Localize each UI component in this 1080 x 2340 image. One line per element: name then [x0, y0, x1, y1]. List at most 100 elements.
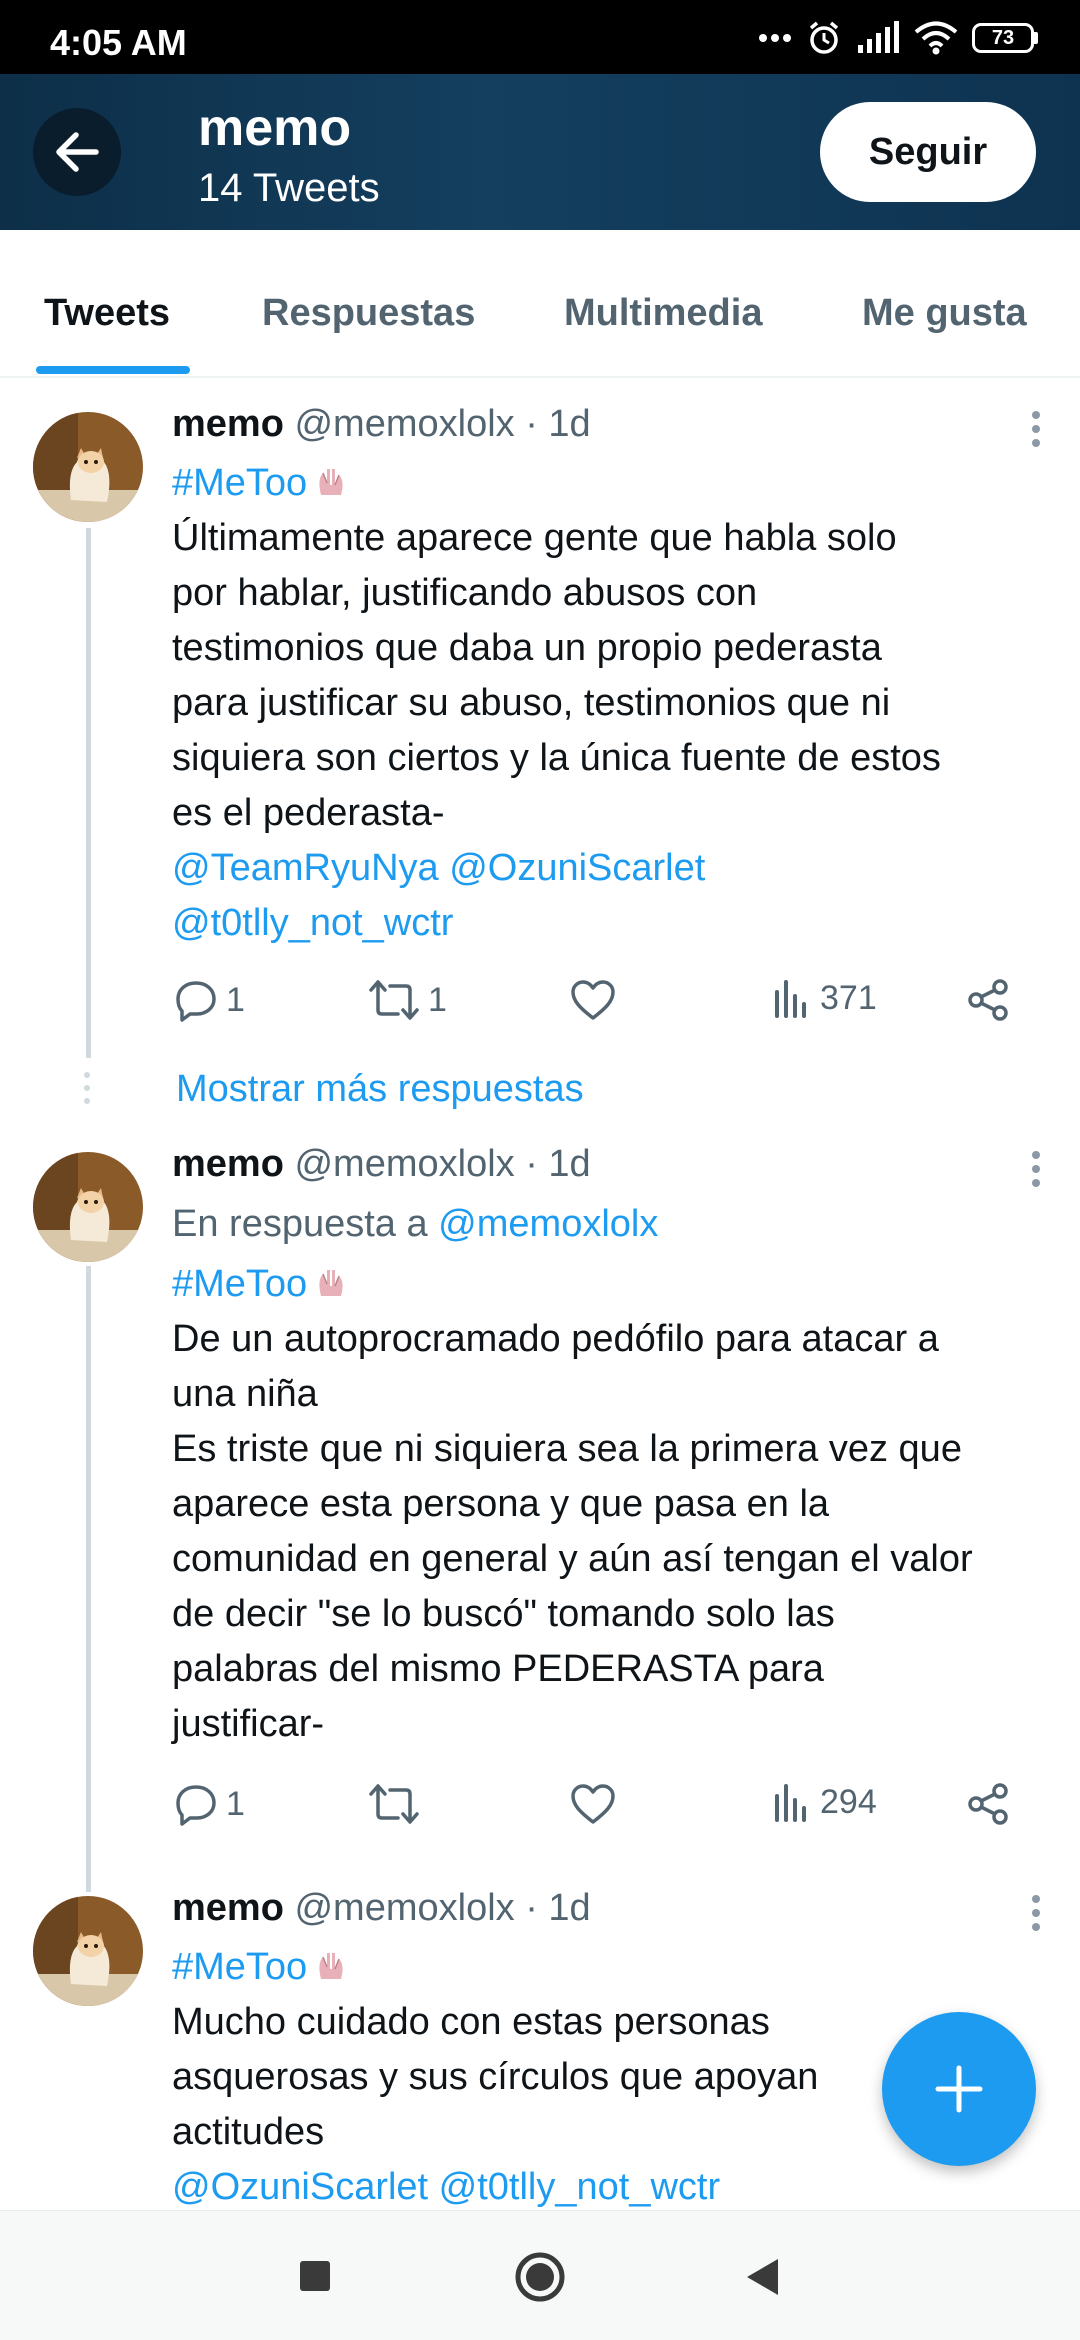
- view-count: 294: [820, 1782, 877, 1821]
- home-circle-icon[interactable]: [514, 2251, 566, 2303]
- heart-icon: [571, 980, 615, 1020]
- back-triangle-icon[interactable]: [744, 2257, 780, 2297]
- reply-button[interactable]: 1: [174, 978, 245, 1022]
- status-bar: 4:05 AM 73: [0, 0, 1080, 74]
- raised-hands-emoji-icon: [319, 469, 343, 495]
- tweet-header: memo @memoxlolx · 1d: [172, 1143, 591, 1186]
- mention-links[interactable]: @t0tlly_not_wctr: [172, 896, 1052, 951]
- alarm-icon: [809, 21, 839, 54]
- tab-tweets[interactable]: Tweets: [44, 292, 170, 335]
- wifi-icon: [914, 21, 958, 55]
- hashtag-link[interactable]: #MeToo: [172, 1263, 307, 1305]
- heart-icon: [571, 1784, 615, 1824]
- retweet-icon: [369, 980, 419, 1020]
- reply-button[interactable]: 1: [174, 1782, 245, 1826]
- signal-icon: [858, 21, 899, 53]
- profile-name: memo: [198, 99, 352, 157]
- text-line: es el pederasta-: [172, 792, 445, 834]
- author-name[interactable]: memo: [172, 403, 284, 445]
- tab-media[interactable]: Multimedia: [564, 292, 762, 335]
- retweet-icon: [369, 1784, 419, 1824]
- text-line: testimonios que daba un propio pederasta: [172, 627, 882, 669]
- follow-button[interactable]: Seguir: [820, 102, 1036, 202]
- views-icon: [775, 980, 806, 1018]
- recents-square-icon[interactable]: [298, 2259, 332, 2293]
- mention-links[interactable]: @OzuniScarlet @t0tlly_not_wctr: [172, 2160, 1052, 2215]
- author-name[interactable]: memo: [172, 1887, 284, 1929]
- text-line: justificar-: [172, 1703, 325, 1745]
- share-icon: [968, 1783, 1008, 1825]
- tweet-header: memo @memoxlolx · 1d: [172, 403, 591, 446]
- tweet-actions: 1 1 371: [172, 978, 1032, 1028]
- thread-gap-dots: [84, 1068, 92, 1108]
- compose-tweet-button[interactable]: [882, 2012, 1036, 2166]
- reply-context-label: En respuesta a: [172, 1203, 428, 1245]
- battery-indicator: 73: [972, 23, 1038, 53]
- retweet-button[interactable]: [368, 1782, 420, 1826]
- retweet-button[interactable]: 1: [368, 978, 447, 1022]
- tweet-actions: 1 294: [172, 1782, 1032, 1832]
- thread-line: [86, 528, 91, 1058]
- tweet-text: #MeToo Últimamente aparece gente que hab…: [172, 456, 1052, 951]
- views-button[interactable]: 371: [772, 978, 877, 1018]
- views-icon: [775, 1784, 806, 1822]
- share-icon: [968, 979, 1008, 1021]
- system-nav-bar: [0, 2210, 1080, 2340]
- arrow-left-icon: [56, 132, 99, 172]
- retweet-count: 1: [428, 980, 447, 1019]
- tab-likes[interactable]: Me gusta: [862, 292, 1027, 335]
- text-line: aparece esta persona y que pasa en la: [172, 1483, 830, 1525]
- text-line: Últimamente aparece gente que habla solo: [172, 517, 897, 559]
- tweet-count: 14 Tweets: [198, 166, 380, 210]
- view-count: 371: [820, 978, 877, 1017]
- status-icons: 73: [758, 20, 1038, 56]
- tab-replies[interactable]: Respuestas: [262, 292, 475, 335]
- like-button[interactable]: [570, 978, 616, 1022]
- mention-links[interactable]: @TeamRyuNya @OzuniScarlet: [172, 841, 1052, 896]
- raised-hands-emoji-icon: [319, 1953, 343, 1979]
- battery-level: 73: [972, 23, 1034, 53]
- back-button[interactable]: [33, 108, 121, 196]
- reply-count: 1: [226, 1784, 245, 1823]
- hashtag-link[interactable]: #MeToo: [172, 462, 307, 504]
- views-button[interactable]: 294: [772, 1782, 877, 1822]
- author-name[interactable]: memo: [172, 1143, 284, 1185]
- text-line: de decir "se lo buscó" tomando solo las: [172, 1593, 835, 1635]
- reply-icon: [176, 981, 216, 1022]
- cat-avatar-image: [33, 412, 143, 522]
- more-vertical-icon[interactable]: [1030, 410, 1042, 448]
- hashtag-link[interactable]: #MeToo: [172, 1946, 307, 1988]
- avatar[interactable]: [33, 1896, 143, 2006]
- avatar[interactable]: [33, 1152, 143, 1262]
- share-button[interactable]: [966, 1782, 1010, 1826]
- text-line: De un autoprocramado pedófilo para ataca…: [172, 1318, 939, 1360]
- status-time: 4:05 AM: [50, 22, 187, 63]
- show-more-replies-link[interactable]: Mostrar más respuestas: [176, 1068, 584, 1111]
- tweet-header: memo @memoxlolx · 1d: [172, 1887, 591, 1930]
- reply-to-link[interactable]: @memoxlolx: [438, 1203, 658, 1245]
- profile-header: memo 14 Tweets Seguir: [0, 74, 1080, 230]
- share-button[interactable]: [966, 978, 1010, 1022]
- cat-avatar-image: [33, 1152, 143, 1262]
- text-line: por hablar, justificando abusos con: [172, 572, 758, 614]
- author-meta: @memoxlolx · 1d: [294, 1887, 591, 1929]
- plus-icon: [935, 2065, 983, 2113]
- reply-icon: [176, 1785, 216, 1826]
- text-line: una niña: [172, 1373, 318, 1415]
- tweet-text: En respuesta a @memoxlolx #MeToo De un a…: [172, 1197, 1052, 1752]
- text-line: para justificar su abuso, testimonios qu…: [172, 682, 891, 724]
- raised-hands-emoji-icon: [319, 1270, 343, 1296]
- like-button[interactable]: [570, 1782, 616, 1826]
- more-vertical-icon[interactable]: [1030, 1894, 1042, 1932]
- more-vertical-icon[interactable]: [1030, 1150, 1042, 1188]
- active-tab-indicator: [36, 366, 190, 374]
- profile-tabs: Tweets Respuestas Multimedia Me gusta: [0, 230, 1080, 378]
- avatar[interactable]: [33, 412, 143, 522]
- thread-line: [86, 1266, 91, 1892]
- reply-count: 1: [226, 980, 245, 1019]
- text-line: comunidad en general y aún así tengan el…: [172, 1538, 973, 1580]
- more-dots-icon: [759, 34, 791, 42]
- cat-avatar-image: [33, 1896, 143, 2006]
- text-line: siquiera son ciertos y la única fuente d…: [172, 737, 941, 779]
- text-line: Es triste que ni siquiera sea la primera…: [172, 1428, 962, 1470]
